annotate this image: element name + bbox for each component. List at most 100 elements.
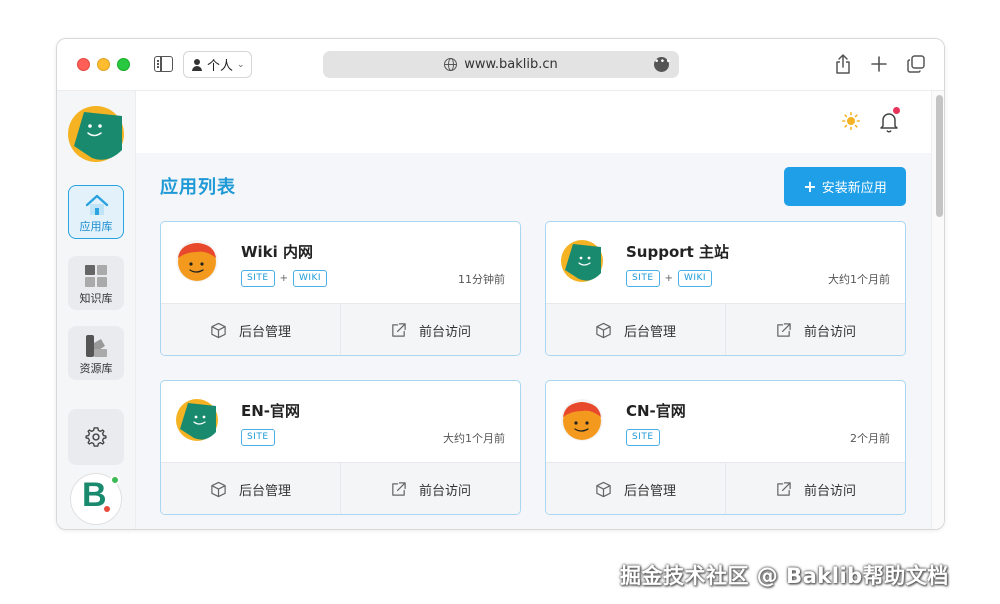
visit-label: 前台访问 (418, 325, 471, 340)
visit-button[interactable]: 前台访问 (340, 304, 520, 355)
profile-label: 个人 (207, 59, 234, 74)
brand-avatar-icon[interactable] (68, 106, 124, 162)
app-tags: SITE (241, 429, 275, 446)
tag-site: SITE (626, 429, 660, 446)
visit-label: 前台访问 (803, 325, 856, 340)
card-actions: 后台管理 前台访问 (161, 303, 520, 355)
app-name: Wiki 内网 (241, 243, 314, 261)
external-link-icon (777, 323, 791, 337)
app-card[interactable]: CN-官网 SITE 2个月前 后台管理 前台访问 (545, 380, 906, 515)
sidebar-item-label: 应用库 (79, 220, 113, 233)
app-card[interactable]: Wiki 内网 SITE + WIKI 11分钟前 后台管理 前台访问 (160, 221, 521, 356)
app-updated-time: 大约1个月前 (828, 273, 890, 286)
scrollbar-thumb[interactable] (936, 95, 943, 217)
minimize-window-button[interactable] (97, 58, 110, 71)
app-tags: SITE + WIKI (626, 270, 713, 287)
admin-label: 后台管理 (238, 484, 291, 499)
browser-titlebar: 个人 ⌄ www.baklib.cn ••• (57, 39, 944, 91)
app-card[interactable]: Support 主站 SITE + WIKI 大约1个月前 后台管理 前台访问 (545, 221, 906, 356)
watermark-text: 掘金技术社区 @ Baklib帮助文档 (620, 564, 949, 588)
tag-site: SITE (241, 429, 275, 446)
admin-label: 后台管理 (623, 325, 676, 340)
visit-button[interactable]: 前台访问 (725, 304, 905, 355)
home-icon (85, 194, 109, 215)
app-updated-time: 大约1个月前 (443, 432, 505, 445)
app-name: EN-官网 (241, 402, 301, 420)
resources-icon (86, 335, 107, 357)
address-bar[interactable]: www.baklib.cn ••• (323, 51, 679, 78)
avatar-letter: B (82, 476, 107, 514)
app-updated-time: 2个月前 (850, 432, 890, 445)
app-sidebar: 应用库 知识库 资源库 B (57, 91, 136, 529)
card-actions: 后台管理 前台访问 (546, 462, 905, 514)
app-avatar-green-icon (561, 240, 603, 282)
admin-button[interactable]: 后台管理 (546, 304, 725, 355)
visit-label: 前台访问 (418, 484, 471, 499)
person-icon (191, 58, 203, 71)
tag-separator: + (664, 273, 673, 284)
admin-button[interactable]: 后台管理 (161, 304, 340, 355)
app-card[interactable]: EN-官网 SITE 大约1个月前 后台管理 前台访问 (160, 380, 521, 515)
admin-label: 后台管理 (623, 484, 676, 499)
app-avatar-orange-icon (176, 240, 218, 282)
bell-icon[interactable] (879, 111, 899, 133)
tag-site: SITE (626, 270, 660, 287)
visit-label: 前台访问 (803, 484, 856, 499)
top-header (136, 91, 931, 153)
admin-button[interactable]: 后台管理 (546, 463, 725, 514)
profile-selector[interactable]: 个人 ⌄ (183, 51, 252, 78)
sidebar-item-label: 知识库 (79, 292, 113, 305)
tag-wiki: WIKI (677, 270, 713, 287)
card-actions: 后台管理 前台访问 (546, 303, 905, 355)
avatar-dot-red (104, 506, 110, 512)
gear-icon (85, 427, 107, 447)
tag-wiki: WIKI (292, 270, 328, 287)
admin-button[interactable]: 后台管理 (161, 463, 340, 514)
external-link-icon (392, 323, 406, 337)
app-tags: SITE (626, 429, 660, 446)
visit-button[interactable]: 前台访问 (725, 463, 905, 514)
url-text: www.baklib.cn (464, 57, 558, 72)
app-name: CN-官网 (626, 402, 686, 420)
main-content: 应用列表 + 安装新应用 Wiki 内网 SITE + WIKI 11分钟前 后… (136, 91, 931, 529)
globe-icon (444, 58, 458, 71)
sidebar-toggle-icon[interactable] (154, 56, 173, 72)
vertical-scrollbar[interactable] (931, 91, 944, 529)
visit-button[interactable]: 前台访问 (340, 463, 520, 514)
user-avatar[interactable]: B (70, 473, 122, 525)
tab-overview-icon[interactable] (906, 53, 926, 75)
close-window-button[interactable] (77, 58, 90, 71)
chevron-down-icon: ⌄ (237, 59, 245, 70)
external-link-icon (777, 482, 791, 496)
plus-icon: + (803, 177, 817, 196)
online-status-badge (110, 475, 120, 485)
tag-site: SITE (241, 270, 275, 287)
new-tab-icon[interactable] (869, 53, 889, 75)
grid-icon (85, 265, 107, 287)
zoom-window-button[interactable] (117, 58, 130, 71)
install-app-label: 安装新应用 (821, 181, 887, 196)
share-icon[interactable] (833, 53, 853, 75)
app-avatar-green-icon (176, 399, 218, 441)
sidebar-item-label: 资源库 (79, 362, 113, 375)
settings-button[interactable] (68, 409, 124, 465)
browser-window: 个人 ⌄ www.baklib.cn ••• 应用库 知识库 资源库 B 应用列… (56, 38, 945, 530)
page-title: 应用列表 (160, 177, 236, 198)
external-link-icon (392, 482, 406, 496)
install-app-button[interactable]: + 安装新应用 (784, 167, 906, 206)
sidebar-item-app-library[interactable]: 应用库 (68, 185, 124, 239)
page-menu-icon[interactable]: ••• (654, 57, 671, 72)
app-tags: SITE + WIKI (241, 270, 328, 287)
notification-badge (893, 107, 900, 114)
app-avatar-orange-icon (561, 399, 603, 441)
sidebar-item-knowledge-base[interactable]: 知识库 (68, 256, 124, 310)
app-name: Support 主站 (626, 243, 730, 261)
tag-separator: + (279, 273, 288, 284)
cube-icon (596, 322, 611, 339)
sidebar-item-resource-library[interactable]: 资源库 (68, 326, 124, 380)
sun-icon[interactable] (842, 112, 860, 130)
cube-icon (211, 481, 226, 498)
cube-icon (211, 322, 226, 339)
cube-icon (596, 481, 611, 498)
card-actions: 后台管理 前台访问 (161, 462, 520, 514)
